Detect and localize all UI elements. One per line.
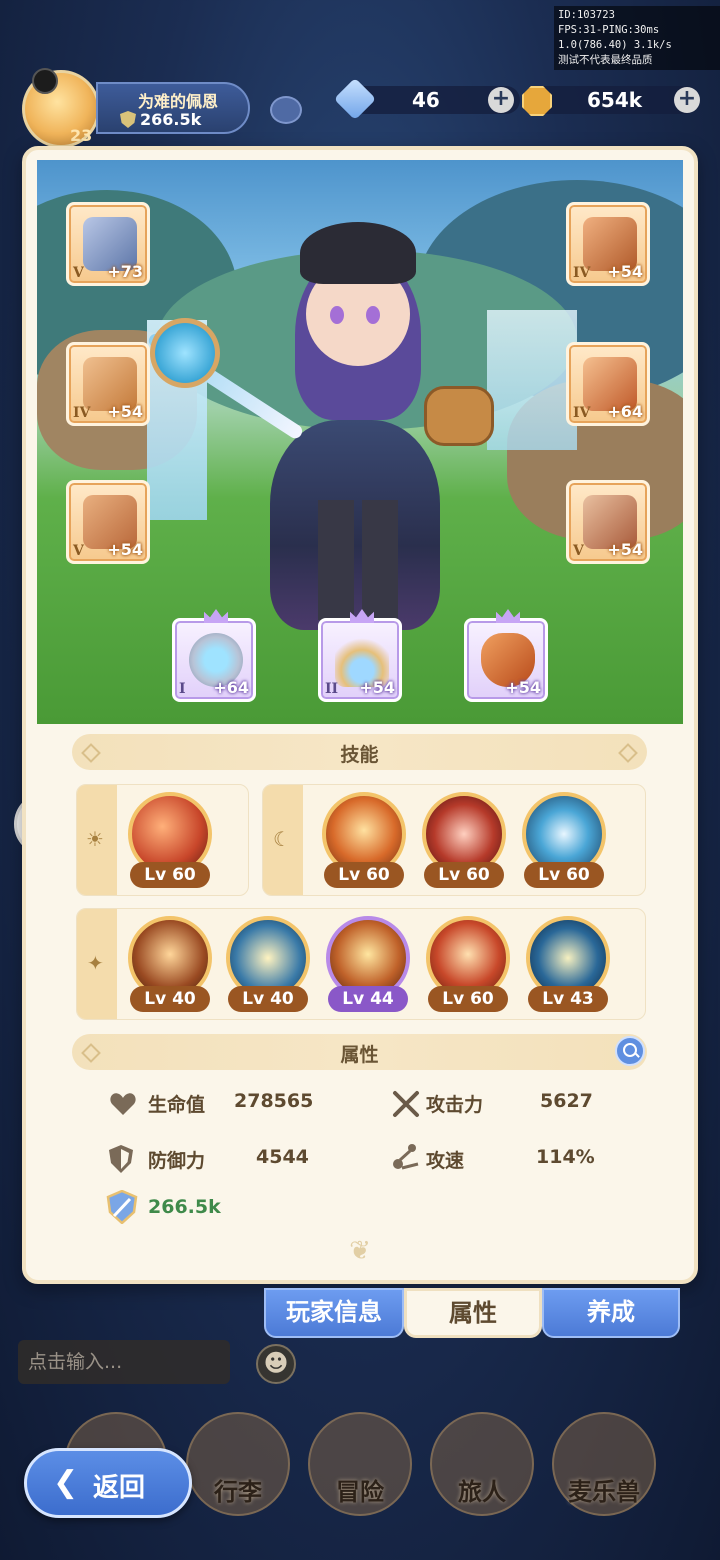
skill-level: Lv 44 bbox=[328, 986, 408, 1012]
equip-level: +54 bbox=[359, 678, 395, 697]
skill-level: Lv 60 bbox=[130, 862, 210, 888]
debug-net: 1.0(786.40) 3.1k/s bbox=[558, 39, 672, 51]
hp-label: 生命值 bbox=[148, 1094, 206, 1116]
skills-title: 技能 bbox=[340, 744, 379, 766]
equip-tier: IV bbox=[73, 405, 91, 421]
accessory-slot-ring[interactable]: I +64 bbox=[172, 609, 256, 702]
speed-label: 攻速 bbox=[426, 1150, 465, 1172]
star-icon: ✦ bbox=[87, 951, 104, 975]
hero-eye-right bbox=[366, 306, 380, 324]
attack-value: 5627 bbox=[540, 1090, 593, 1112]
equip-slot-weapon[interactable]: V +73 bbox=[66, 202, 150, 286]
tab-develop[interactable]: 养成 bbox=[542, 1288, 680, 1338]
coin-count: 654k bbox=[587, 88, 643, 112]
tab-attributes[interactable]: 属性 bbox=[404, 1288, 542, 1338]
nav-beast-label: 麦乐兽 bbox=[568, 1478, 640, 1506]
attributes-header: 属性 bbox=[72, 1034, 647, 1070]
debug-id: ID:103723 bbox=[558, 9, 615, 21]
equip-tier: IV bbox=[573, 265, 591, 281]
attack-label: 攻击力 bbox=[426, 1094, 484, 1116]
equip-slot-gauntlet[interactable]: IV +64 bbox=[566, 342, 650, 426]
skills-header: 技能 bbox=[72, 734, 647, 770]
back-button[interactable]: ❮ 返回 bbox=[24, 1448, 192, 1518]
equip-tier: IV bbox=[573, 405, 591, 421]
skill-level: Lv 60 bbox=[524, 862, 604, 888]
helmet-icon[interactable] bbox=[270, 96, 302, 124]
equip-level: +54 bbox=[107, 540, 143, 559]
equip-tier: V bbox=[73, 543, 84, 559]
equip-level: +64 bbox=[213, 678, 249, 697]
moon-icon: ☾ bbox=[273, 827, 291, 851]
debug-overlay: ID:103723 FPS:31-PING:30ms 1.0(786.40) 3… bbox=[554, 6, 720, 70]
crossed-swords-icon bbox=[393, 1091, 419, 1117]
nav-bag-label: 行李 bbox=[214, 1478, 262, 1506]
gem-count: 46 bbox=[412, 88, 440, 112]
hero-legs bbox=[318, 500, 398, 620]
accessory-slot-necklace[interactable]: II +54 bbox=[318, 609, 402, 702]
debug-note: 测试不代表最终品质 bbox=[558, 54, 653, 66]
tab-player-info[interactable]: 玩家信息 bbox=[264, 1288, 404, 1338]
equip-slot-armor[interactable]: IV +54 bbox=[66, 342, 150, 426]
combat-power-icon bbox=[106, 1190, 138, 1224]
sun-icon: ☀ bbox=[86, 827, 104, 851]
speed-value: 114% bbox=[536, 1146, 595, 1168]
decoration-icon: ❦ bbox=[349, 1236, 371, 1266]
shield-icon bbox=[109, 1145, 133, 1173]
skill-level: Lv 40 bbox=[228, 986, 308, 1012]
debug-fps: FPS:31-PING:30ms bbox=[558, 24, 660, 36]
skill-level: Lv 40 bbox=[130, 986, 210, 1012]
nav-adventure-label: 冒险 bbox=[336, 1478, 384, 1506]
target-icon[interactable] bbox=[32, 68, 58, 94]
equip-level: +64 bbox=[607, 402, 643, 421]
equip-level: +54 bbox=[607, 262, 643, 281]
defense-value: 4544 bbox=[256, 1146, 309, 1168]
attack-speed-icon bbox=[393, 1144, 419, 1170]
combat-power-value: 266.5k bbox=[148, 1196, 221, 1218]
search-icon[interactable] bbox=[615, 1036, 645, 1066]
equip-slot-belt[interactable]: V +54 bbox=[66, 480, 150, 564]
back-label: 返回 bbox=[93, 1473, 146, 1503]
attributes-title: 属性 bbox=[340, 1044, 379, 1066]
hero-eye-left bbox=[330, 306, 344, 324]
equip-level: +54 bbox=[107, 402, 143, 421]
defense-label: 防御力 bbox=[148, 1150, 206, 1172]
hero-hat bbox=[300, 222, 416, 284]
player-power: 266.5k bbox=[140, 110, 202, 129]
equip-tier: V bbox=[73, 265, 84, 281]
equip-slot-boots[interactable]: V +54 bbox=[566, 480, 650, 564]
equip-level: +54 bbox=[607, 540, 643, 559]
equip-tier: V bbox=[573, 543, 584, 559]
staff-orb bbox=[150, 318, 220, 388]
equip-level: +73 bbox=[107, 262, 143, 281]
accessory-slot-amulet[interactable]: +54 bbox=[464, 609, 548, 702]
skill-level: Lv 43 bbox=[528, 986, 608, 1012]
player-name: 为难的佩恩 bbox=[137, 92, 218, 111]
equip-tier: I bbox=[179, 681, 186, 697]
heart-icon bbox=[110, 1093, 136, 1115]
skill-level: Lv 60 bbox=[428, 986, 508, 1012]
skill-level: Lv 60 bbox=[424, 862, 504, 888]
nav-traveler-label: 旅人 bbox=[458, 1478, 506, 1506]
backpack-icon bbox=[424, 386, 494, 446]
back-arrow-icon: ❮ bbox=[53, 1465, 79, 1500]
equip-slot-helmet[interactable]: IV +54 bbox=[566, 202, 650, 286]
player-level: 23 bbox=[70, 126, 93, 145]
hp-value: 278565 bbox=[234, 1090, 314, 1112]
coin-icon bbox=[522, 86, 552, 116]
skill-level: Lv 60 bbox=[324, 862, 404, 888]
equip-level: +54 bbox=[505, 678, 541, 697]
emoji-icon[interactable]: ☻ bbox=[256, 1344, 296, 1384]
top-hud: 23 为难的佩恩 266.5k 46 + 654k + ID:103723 FP… bbox=[0, 0, 720, 148]
add-gems-button[interactable]: + bbox=[488, 87, 514, 113]
chat-input[interactable]: 点击输入... bbox=[18, 1340, 230, 1384]
add-coins-button[interactable]: + bbox=[674, 87, 700, 113]
equip-tier: II bbox=[325, 681, 339, 697]
